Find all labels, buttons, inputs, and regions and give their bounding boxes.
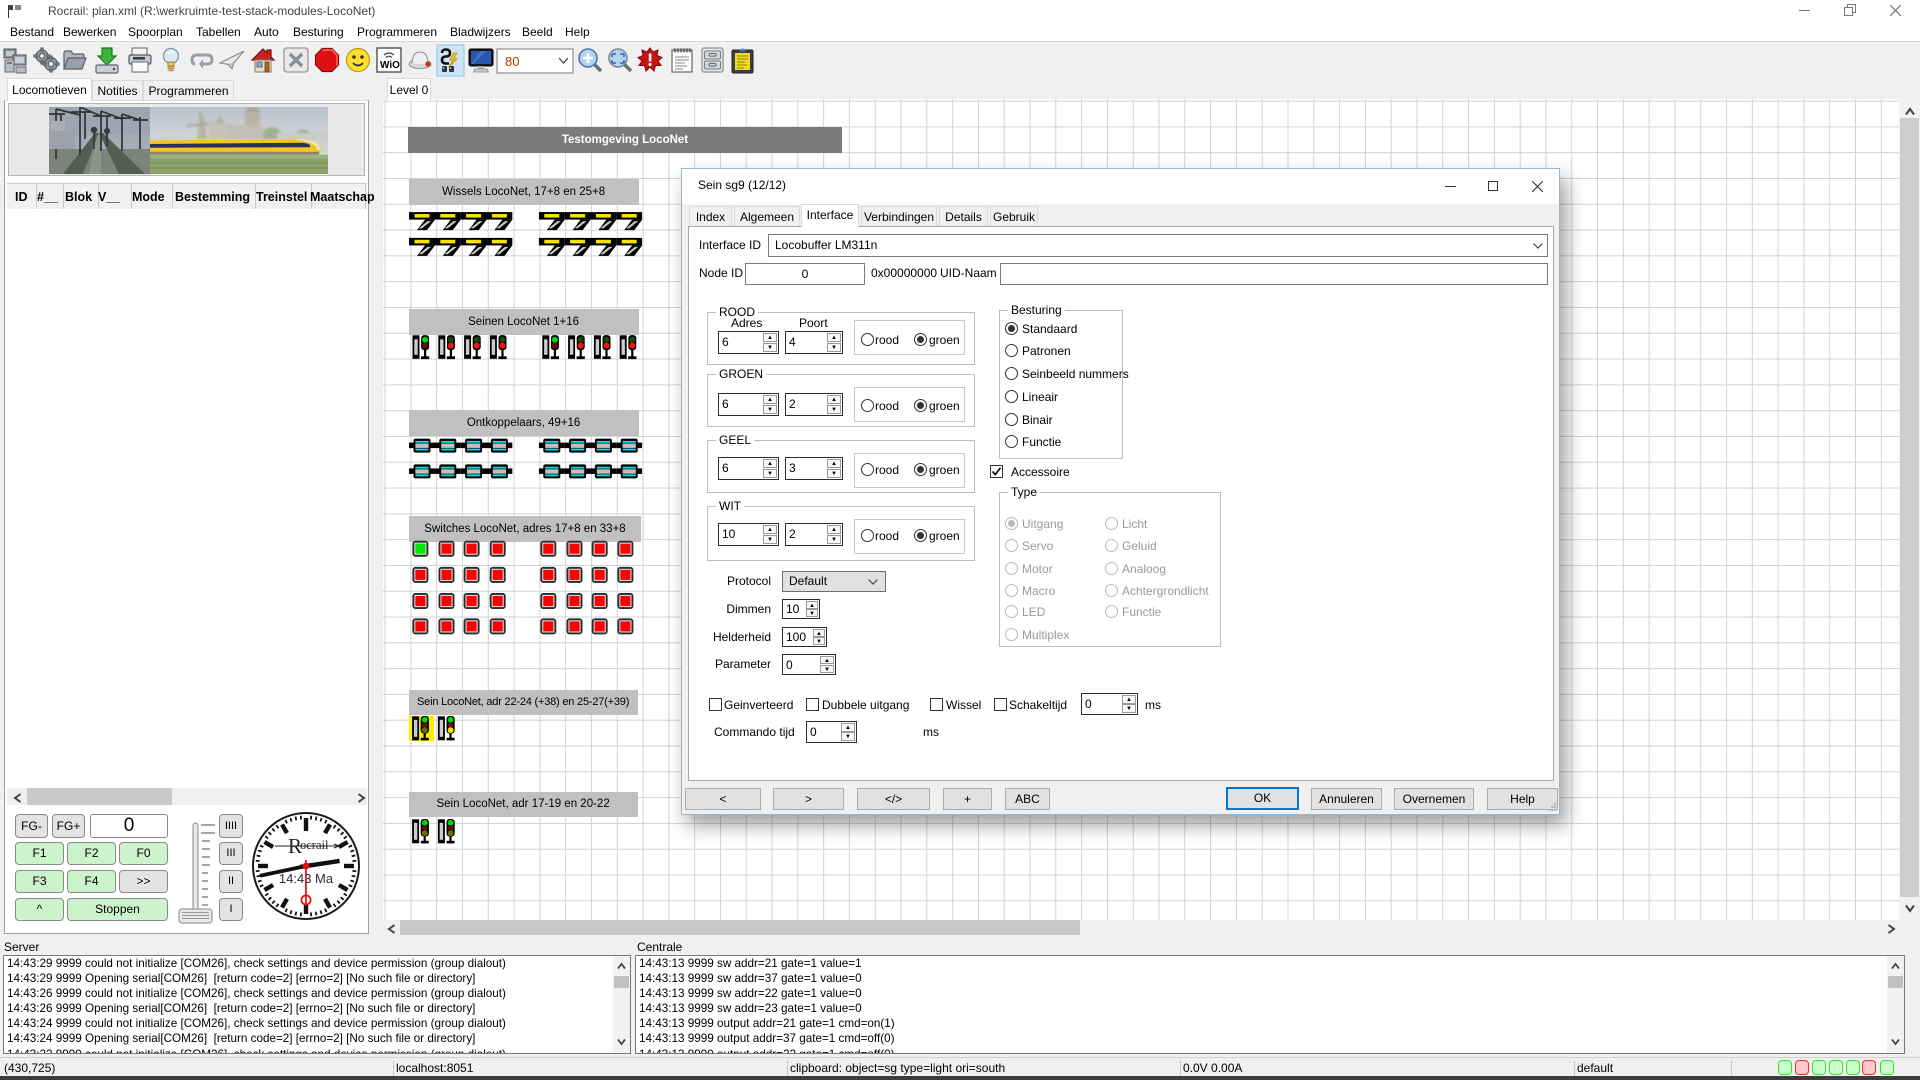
svg-text:80: 80 — [505, 54, 519, 69]
svg-text:WiO: WiO — [380, 60, 400, 71]
svg-text:ocrail: ocrail — [300, 838, 329, 852]
